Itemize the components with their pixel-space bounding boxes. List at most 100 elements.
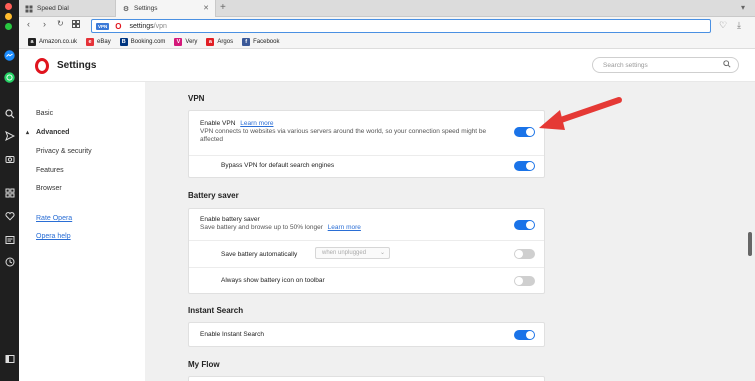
instant-search-toggle[interactable] <box>514 330 535 340</box>
download-icon[interactable]: ⤓ <box>737 20 741 31</box>
bookmark-label: Argos <box>217 38 234 45</box>
zoom-window-dot[interactable] <box>5 23 12 30</box>
battery-mode-value: when unplugged <box>322 250 367 256</box>
opera-logo-icon <box>35 58 49 74</box>
nav-basic[interactable]: Basic <box>36 110 53 117</box>
divider <box>189 155 544 156</box>
divider <box>189 240 544 241</box>
battery-mode-select[interactable]: when unplugged ⌄ <box>315 247 390 259</box>
tab-speed-dial[interactable]: Speed Dial <box>19 0 115 17</box>
battery-enable-row: Enable battery saver Save battery and br… <box>200 216 500 232</box>
my-flow-card <box>188 376 545 381</box>
messenger-icon[interactable] <box>3 49 16 62</box>
booking-icon: B <box>119 37 128 46</box>
save-battery-auto-label: Save battery automatically <box>221 251 298 258</box>
battery-enable-label: Enable battery saver <box>200 216 260 223</box>
section-title-instant-search: Instant Search <box>188 306 244 315</box>
news-icon[interactable] <box>3 233 16 246</box>
argos-icon: a <box>206 37 215 46</box>
nav-advanced-label: Advanced <box>36 129 70 136</box>
vpn-toggle[interactable] <box>514 127 535 137</box>
opera-logo-icon: O <box>115 21 122 31</box>
section-title-battery: Battery saver <box>188 191 239 200</box>
camera-icon[interactable] <box>3 152 16 165</box>
battery-saver-toggle[interactable] <box>514 220 535 230</box>
save-battery-auto-toggle[interactable] <box>514 249 535 259</box>
search-icon[interactable] <box>3 107 16 120</box>
battery-learn-more-link[interactable]: Learn more <box>328 224 361 231</box>
bookmark-label: Amazon.co.uk <box>39 38 78 45</box>
battery-icon-toggle[interactable] <box>514 276 535 286</box>
speed-dial-icon[interactable] <box>3 186 16 199</box>
send-icon[interactable] <box>3 129 16 142</box>
amazon-icon: a <box>28 37 36 46</box>
nav-privacy[interactable]: Privacy & security <box>36 148 92 155</box>
search-placeholder: Search settings <box>603 61 648 69</box>
close-window-dot[interactable] <box>5 3 12 10</box>
ebay-icon: e <box>86 37 95 46</box>
opera-sidebar <box>0 0 19 381</box>
vpn-badge[interactable]: VPN <box>96 22 110 30</box>
vpn-description: VPN connects to websites via various ser… <box>200 128 487 143</box>
grid-icon <box>25 5 33 13</box>
minimize-window-dot[interactable] <box>5 13 12 20</box>
bookmark-ebay[interactable]: e eBay <box>86 37 111 46</box>
tab-label: Settings <box>134 5 158 12</box>
page-scrollbar[interactable] <box>745 82 755 381</box>
sidebar-toggle-icon[interactable] <box>3 352 16 365</box>
bypass-vpn-toggle[interactable] <box>514 161 535 171</box>
scrollbar-thumb[interactable] <box>748 232 752 256</box>
instant-search-label: Enable Instant Search <box>200 331 264 338</box>
opera-help-link[interactable]: Opera help <box>36 233 71 240</box>
rate-opera-link[interactable]: Rate Opera <box>36 215 72 222</box>
url-path: /vpn <box>153 22 167 30</box>
url-field[interactable]: VPN O settings/vpn <box>91 19 711 33</box>
nav-advanced[interactable]: ▴ Advanced <box>26 129 70 136</box>
bypass-vpn-label: Bypass VPN for default search engines <box>221 162 335 169</box>
bookmarks-bar: a Amazon.co.uk e eBay B Booking.com V Very a… <box>19 35 755 49</box>
whatsapp-icon[interactable] <box>3 71 16 84</box>
nav-features[interactable]: Features <box>36 167 64 174</box>
tab-label: Speed Dial <box>37 5 69 12</box>
bookmark-argos[interactable]: a Argos <box>206 37 234 46</box>
search-icon <box>723 60 731 70</box>
very-icon: V <box>174 37 183 46</box>
battery-description: Save battery and browse up to 50% longer <box>200 224 323 231</box>
gear-icon: ⚙ <box>122 5 130 13</box>
tab-strip: Speed Dial ⚙ Settings ✕ + ▾ <box>19 0 755 17</box>
section-title-my-flow: My Flow <box>188 360 220 369</box>
new-tab-button[interactable]: + <box>220 2 226 13</box>
vpn-enable-label: Enable VPN <box>200 120 236 127</box>
tab-menu-icon[interactable]: ▾ <box>741 3 745 12</box>
tab-grid-icon[interactable] <box>72 20 80 30</box>
heart-icon[interactable] <box>3 209 16 222</box>
bookmark-facebook[interactable]: f Facebook <box>242 37 280 46</box>
history-icon[interactable] <box>3 255 16 268</box>
reload-button[interactable]: ↻ <box>57 20 64 28</box>
bookmark-label: eBay <box>97 38 111 45</box>
chevron-down-icon: ⌄ <box>379 250 385 256</box>
close-tab-icon[interactable]: ✕ <box>203 4 209 12</box>
page-title: Settings <box>57 60 97 71</box>
bookmark-amazon[interactable]: a Amazon.co.uk <box>28 37 78 46</box>
divider <box>189 267 544 268</box>
search-settings-input[interactable]: Search settings <box>592 57 739 73</box>
vpn-card: Enable VPN Learn more VPN connects to we… <box>188 110 545 178</box>
bookmark-label: Booking.com <box>130 38 166 45</box>
back-button[interactable]: ‹ <box>27 20 30 29</box>
tab-settings[interactable]: ⚙ Settings ✕ <box>115 0 216 17</box>
vpn-enable-row: Enable VPN Learn more VPN connects to we… <box>200 120 510 144</box>
section-title-vpn: VPN <box>188 94 205 103</box>
caret-up-icon: ▴ <box>26 130 30 136</box>
forward-button[interactable]: › <box>43 20 46 29</box>
vpn-learn-more-link[interactable]: Learn more <box>240 120 273 127</box>
bookmark-heart-icon[interactable]: ♡ <box>719 20 727 31</box>
browser-window: Speed Dial ⚙ Settings ✕ + ▾ ‹ › ↻ VPN O … <box>0 0 755 381</box>
bookmark-very[interactable]: V Very <box>174 37 197 46</box>
bookmark-label: Facebook <box>253 38 280 45</box>
bookmark-booking[interactable]: B Booking.com <box>119 37 166 46</box>
nav-browser[interactable]: Browser <box>36 185 62 192</box>
settings-header: Settings Search settings <box>19 49 755 82</box>
url-host: settings <box>129 22 154 30</box>
address-bar: ‹ › ↻ VPN O settings/vpn ♡ ⤓ <box>19 17 755 35</box>
